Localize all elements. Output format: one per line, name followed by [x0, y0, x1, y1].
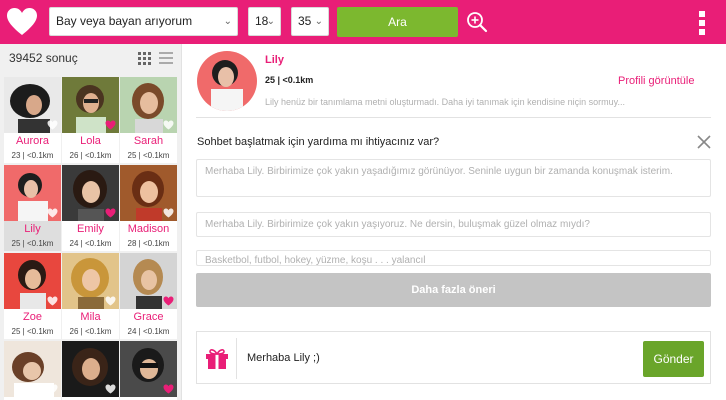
age-max-value: 35	[298, 14, 312, 28]
profile-tile[interactable]: Madison 28 | <0.1km	[120, 165, 177, 251]
heart-icon[interactable]	[163, 208, 174, 218]
profile-tile-name: Lola	[80, 135, 101, 147]
profile-name: Lily	[265, 54, 284, 66]
profile-tile[interactable]	[62, 341, 119, 400]
gender-select[interactable]: Bay veya bayan arıyorum ⌄	[49, 7, 238, 36]
profile-tile-name: Grace	[133, 311, 164, 323]
profile-tile-info: 25 | <0.1km	[11, 327, 54, 336]
profile-tile[interactable]: Grace 24 | <0.1km	[120, 253, 177, 339]
profile-tile-info: 24 | <0.1km	[127, 327, 170, 336]
heart-icon[interactable]	[105, 208, 116, 218]
heart-logo-icon[interactable]	[6, 7, 38, 37]
more-suggestions-button[interactable]: Daha fazla öneri	[196, 273, 711, 307]
message-suggestion[interactable]: Merhaba Lily. Birbirimize çok yakın yaşı…	[196, 212, 711, 237]
close-icon[interactable]	[697, 135, 711, 149]
search-button[interactable]: Ara	[337, 7, 458, 37]
chevron-down-icon: ⌄	[314, 16, 323, 27]
chevron-down-icon: ⌄	[223, 16, 232, 27]
chevron-down-icon: ⌄	[266, 16, 275, 27]
profile-tile-name: Madison	[127, 223, 170, 235]
gift-icon[interactable]	[205, 347, 229, 370]
heart-icon[interactable]	[163, 120, 174, 130]
profile-tile[interactable]: Aurora 23 | <0.1km	[4, 77, 61, 163]
profile-tile-name: Aurora	[15, 135, 50, 147]
send-button[interactable]: Gönder	[643, 341, 704, 377]
profile-tile-selected[interactable]: Lily 25 | <0.1km	[4, 165, 61, 251]
heart-icon[interactable]	[47, 384, 58, 394]
heart-icon[interactable]	[47, 296, 58, 306]
message-suggestion[interactable]: Merhaba Lily. Birbirimize çok yakın yaşa…	[196, 159, 711, 197]
profile-tile-name: Emily	[77, 223, 104, 235]
profile-tile-info: 24 | <0.1km	[69, 239, 112, 248]
profile-tile[interactable]: Emily 24 | <0.1km	[62, 165, 119, 251]
profile-tile-info: 28 | <0.1km	[127, 239, 170, 248]
heart-icon[interactable]	[163, 384, 174, 394]
profile-tile-info: 25 | <0.1km	[127, 151, 170, 160]
profile-tile[interactable]: Lola 26 | <0.1km	[62, 77, 119, 163]
age-max-select[interactable]: 35 ⌄	[291, 7, 329, 36]
zoom-in-icon[interactable]	[466, 11, 488, 33]
view-profile-link[interactable]: Profili görüntüle	[618, 75, 694, 87]
chat-help-title: Sohbet başlatmak için yardıma mı ihtiyac…	[197, 136, 440, 148]
profile-tile[interactable]: Sarah 25 | <0.1km	[120, 77, 177, 163]
profile-age-distance: 25 | <0.1km	[265, 75, 314, 85]
profile-tile-info: 26 | <0.1km	[69, 327, 112, 336]
heart-icon[interactable]	[105, 120, 116, 130]
gender-select-value: Bay veya bayan arıyorum	[56, 14, 193, 28]
heart-icon[interactable]	[47, 120, 58, 130]
profile-tile-info: 23 | <0.1km	[11, 151, 54, 160]
profile-description: Lily henüz bir tanımlama metni oluşturma…	[265, 97, 625, 107]
profile-tile[interactable]	[120, 341, 177, 400]
top-bar: Bay veya bayan arıyorum ⌄ 18 ⌄ 35 ⌄ Ara	[0, 0, 726, 44]
list-view-icon[interactable]	[159, 52, 173, 65]
divider	[196, 117, 711, 118]
heart-icon[interactable]	[105, 384, 116, 394]
message-input[interactable]	[247, 347, 627, 369]
profile-tile[interactable]	[4, 341, 61, 400]
profile-tile-name: Sarah	[133, 135, 164, 147]
results-count: 39452 sonuç	[9, 51, 78, 65]
heart-icon[interactable]	[105, 296, 116, 306]
profile-tile-name: Mila	[80, 311, 101, 323]
message-composer: Gönder	[196, 331, 711, 384]
profile-tile[interactable]: Mila 26 | <0.1km	[62, 253, 119, 339]
message-suggestion[interactable]: Basketbol, futbol, hokey, yüzme, koşu . …	[196, 250, 711, 266]
composer-separator	[236, 338, 237, 379]
overflow-menu-icon[interactable]	[697, 10, 707, 36]
profile-tile-name: Zoe	[23, 311, 42, 323]
profile-tile-name: Lily	[24, 223, 41, 235]
age-min-select[interactable]: 18 ⌄	[248, 7, 281, 36]
heart-icon[interactable]	[47, 208, 58, 218]
profile-avatar[interactable]	[197, 51, 257, 111]
grid-view-icon[interactable]	[138, 52, 151, 65]
profile-tile[interactable]: Zoe 25 | <0.1km	[4, 253, 61, 339]
profile-tile-info: 26 | <0.1km	[69, 151, 112, 160]
heart-icon[interactable]	[163, 296, 174, 306]
profile-tile-info: 25 | <0.1km	[11, 239, 54, 248]
